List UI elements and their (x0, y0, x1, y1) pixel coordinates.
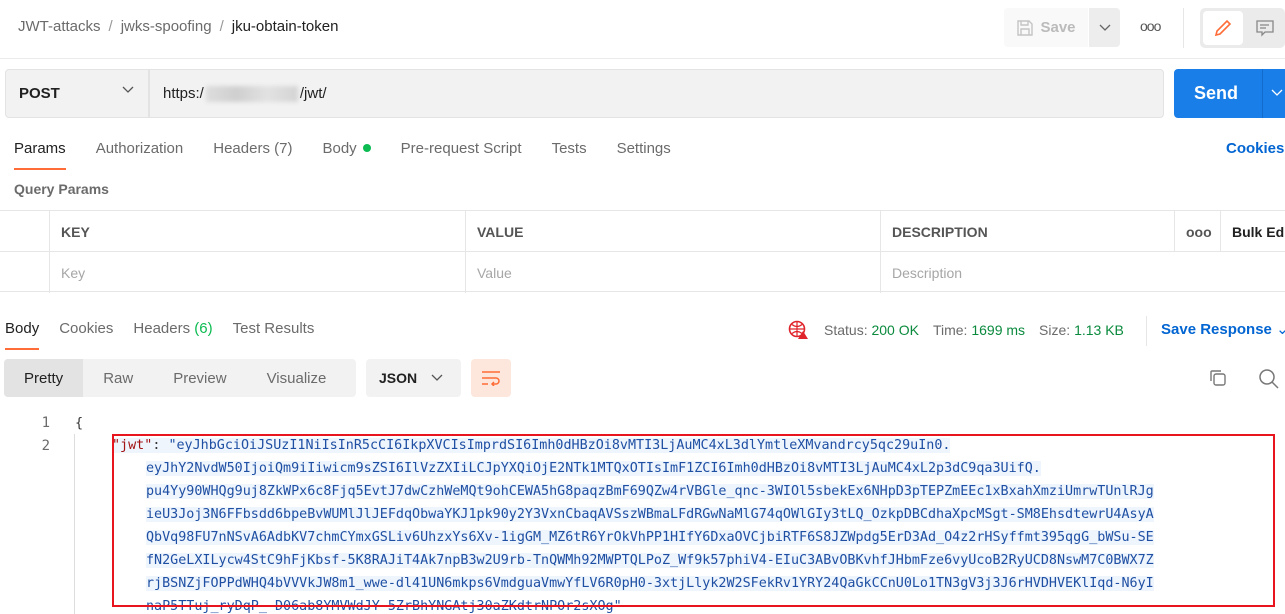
response-tabs: Body Cookies Headers (6) Test Results (5, 320, 334, 350)
size-label: Size: (1039, 322, 1071, 338)
time: Time: 1699 ms (933, 322, 1025, 338)
breadcrumb-folder[interactable]: jwks-spoofing (121, 18, 212, 35)
table-options-button[interactable]: ooo (1174, 211, 1220, 252)
save-response-label: Save Response (1161, 321, 1272, 338)
headers-count: (6) (194, 320, 213, 337)
highlight-annotation-box (112, 434, 1275, 607)
line-number: 2 (41, 438, 50, 454)
column-value: VALUE (465, 211, 880, 252)
search-button[interactable] (1258, 368, 1280, 393)
edit-button[interactable] (1203, 11, 1243, 45)
redacted-host (205, 85, 298, 102)
method-select[interactable]: POST (5, 69, 149, 118)
tab-headers[interactable]: Headers (7) (213, 140, 292, 170)
view-preview[interactable]: Preview (153, 359, 246, 397)
chevron-down-icon (1099, 24, 1110, 31)
tab-authorization[interactable]: Authorization (96, 140, 184, 170)
format-select[interactable]: JSON (366, 359, 461, 397)
save-response-button[interactable]: Save Response ⌄ (1161, 320, 1285, 338)
divider (0, 58, 1285, 59)
query-params-title: Query Params (14, 181, 109, 197)
search-icon (1259, 369, 1279, 389)
tab-label: Headers (133, 320, 191, 337)
time-label: Time: (932, 322, 968, 338)
tab-label: Headers (213, 140, 270, 157)
body-indicator-dot (362, 144, 371, 152)
response-status-bar: Status: 200 OK Time: 1699 ms Size: 1.13 … (788, 320, 1124, 340)
breadcrumb: JWT-attacks / jwks-spoofing / jku-obtain-tok… (18, 18, 339, 35)
breadcrumb-collection[interactable]: JWT-attacks (18, 18, 101, 35)
network-warning-icon[interactable] (788, 320, 810, 340)
comments-button[interactable] (1248, 11, 1282, 45)
tab-response-body[interactable]: Body (5, 320, 40, 350)
url-prefix: https:/ (163, 85, 204, 102)
column-description: DESCRIPTION (880, 211, 1174, 252)
tab-response-cookies[interactable]: Cookies (59, 320, 113, 350)
status-label: Status: (824, 322, 868, 338)
tab-response-headers[interactable]: Headers (6) (133, 320, 212, 350)
key-input[interactable]: Key (49, 252, 465, 293)
code-line: { (75, 416, 84, 431)
send-button[interactable]: Send (1174, 69, 1285, 118)
pencil-icon (1214, 19, 1232, 37)
bulk-edit-button[interactable]: Bulk Edit (1220, 211, 1285, 252)
table-header-row: KEY VALUE DESCRIPTION ooo Bulk Edit (0, 210, 1285, 252)
tab-params[interactable]: Params (14, 140, 66, 170)
method-value: POST (19, 85, 60, 102)
view-mode-selector: Pretty Raw Preview Visualize (4, 359, 356, 397)
tab-test-results[interactable]: Test Results (233, 320, 315, 350)
tab-pre-request-script[interactable]: Pre-request Script (401, 140, 522, 170)
format-value: JSON (379, 370, 418, 386)
request-name[interactable]: jku-obtain-token (232, 18, 339, 35)
chevron-down-icon (431, 374, 443, 381)
time-value[interactable]: 1699 ms (971, 322, 1025, 338)
tab-label: Body (322, 140, 357, 157)
value-input[interactable]: Value (465, 252, 880, 293)
tab-settings[interactable]: Settings (617, 140, 671, 170)
tab-body[interactable]: Body (322, 140, 371, 170)
headers-count: (7) (274, 140, 293, 157)
view-pretty[interactable]: Pretty (4, 359, 84, 397)
cookies-link[interactable]: Cookies (1226, 140, 1284, 157)
size: Size: 1.13 KB (1039, 322, 1124, 338)
divider (1146, 316, 1147, 346)
request-tabs: Params Authorization Headers (7) Body Pr… (14, 140, 701, 170)
save-label: Save (1040, 19, 1076, 36)
chevron-down-icon (122, 86, 134, 93)
size-value[interactable]: 1.13 KB (1074, 322, 1124, 338)
wrap-icon (482, 371, 500, 386)
url-suffix: /jwt/ (299, 85, 327, 102)
column-key: KEY (49, 211, 465, 252)
divider (1183, 8, 1184, 48)
send-label: Send (1194, 83, 1239, 103)
status-value[interactable]: 200 OK (871, 322, 918, 338)
view-visualize[interactable]: Visualize (247, 359, 347, 397)
save-button[interactable]: Save (1004, 8, 1088, 47)
copy-icon (1210, 370, 1226, 386)
copy-button[interactable] (1208, 368, 1228, 391)
table-row: Key Value Description (0, 251, 1285, 293)
save-icon (1017, 19, 1034, 36)
description-input[interactable]: Description (880, 252, 1285, 293)
status: Status: 200 OK (824, 322, 919, 338)
wrap-lines-button[interactable] (471, 359, 511, 397)
comment-icon (1256, 20, 1274, 37)
tab-tests[interactable]: Tests (552, 140, 587, 170)
more-options-button[interactable]: ooo (1140, 18, 1161, 34)
line-number: 1 (41, 415, 50, 431)
chevron-down-icon[interactable] (1271, 89, 1283, 97)
save-dropdown-button[interactable] (1089, 8, 1120, 47)
url-input[interactable]: https:/ /jwt/ (149, 69, 1164, 118)
view-raw[interactable]: Raw (83, 359, 153, 397)
